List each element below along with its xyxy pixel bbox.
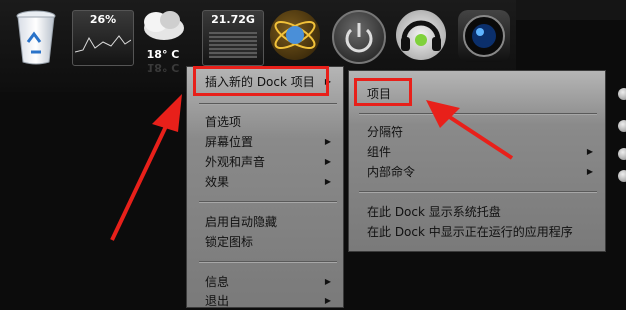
arrow-annotation-left [110,121,170,241]
annotation-arrows [110,94,514,241]
arrow-head-left [152,94,182,132]
arrow-head-right [426,100,460,128]
arrow-annotation-right [446,114,514,160]
